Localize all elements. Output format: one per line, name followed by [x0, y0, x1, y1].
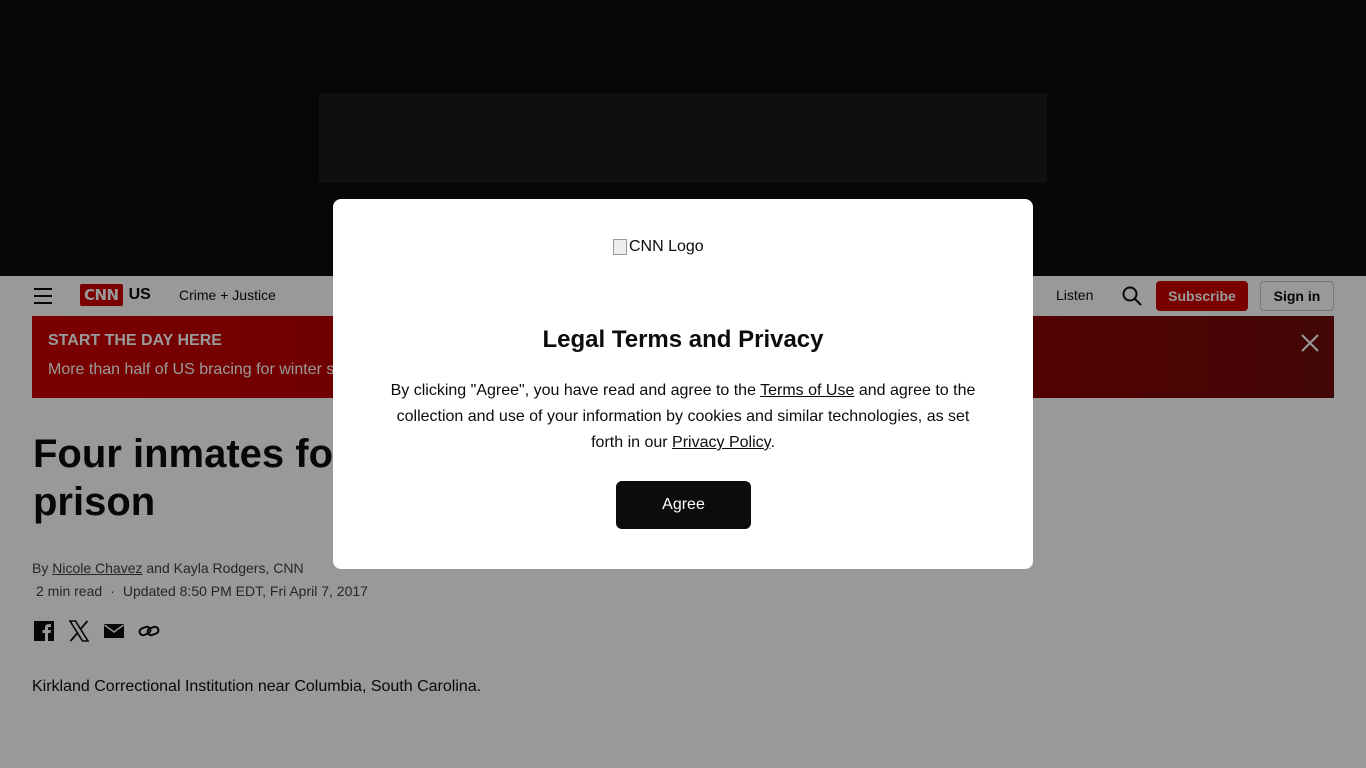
agree-button[interactable]: Agree	[616, 481, 751, 529]
modal-title: Legal Terms and Privacy	[542, 326, 824, 353]
terms-of-use-link[interactable]: Terms of Use	[760, 382, 854, 399]
legal-terms-modal: CNN Logo Legal Terms and Privacy By clic…	[333, 199, 1033, 569]
modal-body-end: .	[770, 434, 775, 451]
modal-body: By clicking "Agree", you have read and a…	[383, 378, 983, 456]
privacy-policy-link[interactable]: Privacy Policy	[672, 434, 770, 451]
modal-body-part1: By clicking "Agree", you have read and a…	[390, 382, 756, 399]
modal-cnn-logo: CNN Logo	[613, 238, 704, 256]
broken-image-icon	[613, 239, 627, 255]
modal-logo-alt: CNN Logo	[629, 238, 704, 255]
